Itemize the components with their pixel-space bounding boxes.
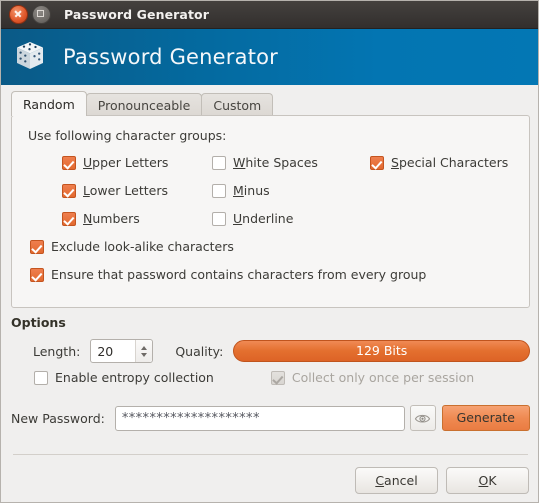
checkbox-label: Enable entropy collection	[55, 370, 214, 385]
checkbox-indicator[interactable]	[212, 211, 226, 226]
checkbox-label: Minus	[233, 183, 270, 198]
checkbox-label: Exclude look-alike characters	[51, 239, 234, 254]
checkbox-indicator[interactable]	[370, 155, 384, 170]
tab-pronounceable[interactable]: Pronounceable	[85, 93, 203, 116]
tab-bar: Random Pronounceable Custom	[11, 91, 274, 116]
character-groups-panel: Use following character groups: Upper Le…	[11, 115, 530, 308]
checkbox-indicator	[270, 370, 285, 385]
new-password-value: ********************	[121, 410, 260, 426]
dialog-button-row: Cancel OK	[355, 467, 529, 494]
divider	[13, 454, 528, 455]
checkbox-label: White Spaces	[233, 155, 318, 170]
options-section-title: Options	[11, 315, 66, 330]
options-entropy-row: Enable entropy collection Collect only o…	[34, 370, 474, 385]
checkbox-label: Ensure that password contains characters…	[51, 267, 427, 282]
tab-random[interactable]: Random	[11, 91, 87, 116]
checkbox-collect-once: Collect only once per session	[270, 370, 475, 385]
checkbox-indicator[interactable]	[30, 239, 44, 254]
checkbox-indicator[interactable]	[62, 183, 76, 198]
checkbox-white-spaces[interactable]: White Spaces	[212, 155, 318, 170]
tab-custom[interactable]: Custom	[201, 93, 274, 116]
checkbox-indicator[interactable]	[62, 155, 76, 170]
close-icon[interactable]	[9, 5, 28, 24]
checkbox-indicator[interactable]	[30, 267, 44, 282]
quality-progress-bar: 129 Bits	[233, 340, 530, 362]
checkbox-label: Upper Letters	[83, 155, 169, 170]
ok-button[interactable]: OK	[446, 467, 529, 494]
eye-icon[interactable]	[409, 405, 436, 431]
length-value[interactable]: 20	[91, 344, 113, 359]
checkbox-underline[interactable]: Underline	[212, 211, 293, 226]
quality-label: Quality:	[175, 343, 224, 359]
checkbox-indicator[interactable]	[34, 370, 48, 385]
chevron-up-icon[interactable]	[141, 345, 148, 350]
length-label: Length:	[33, 343, 81, 359]
options-length-quality-row: Length: 20 Quality: 129 Bits	[11, 339, 530, 363]
checkbox-upper-letters[interactable]: Upper Letters	[62, 155, 168, 170]
checkbox-indicator[interactable]	[62, 211, 76, 226]
checkbox-label: Collect only once per session	[291, 370, 475, 385]
maximize-icon[interactable]	[32, 5, 51, 24]
window-controls	[9, 5, 51, 24]
checkbox-minus[interactable]: Minus	[212, 183, 270, 198]
checkbox-label: Underline	[233, 211, 294, 226]
checkbox-enable-entropy[interactable]: Enable entropy collection	[34, 370, 214, 385]
chevron-down-icon[interactable]	[141, 352, 148, 357]
checkbox-exclude-lookalike[interactable]: Exclude look-alike characters	[30, 239, 234, 254]
length-spinner[interactable]: 20	[90, 339, 154, 363]
password-generator-window: Password Generator Password Generator Ra…	[0, 0, 539, 503]
spinner-buttons[interactable]	[135, 340, 153, 362]
window-title: Password Generator	[64, 7, 209, 22]
checkbox-label: Special Characters	[391, 155, 509, 170]
new-password-input[interactable]: ********************	[114, 405, 405, 431]
quality-value: 129 Bits	[356, 343, 408, 358]
new-password-label: New Password:	[11, 410, 105, 426]
checkbox-numbers[interactable]: Numbers	[62, 211, 140, 226]
header-title: Password Generator	[63, 45, 279, 69]
new-password-row: New Password: ******************** Gener…	[11, 405, 530, 431]
cancel-button[interactable]: Cancel	[355, 467, 438, 494]
checkbox-ensure-every-group[interactable]: Ensure that password contains characters…	[30, 267, 426, 282]
dialog-content: Random Pronounceable Custom Use followin…	[1, 85, 538, 502]
checkbox-label: Numbers	[83, 211, 140, 226]
app-header: Password Generator	[1, 29, 538, 85]
dice-icon	[13, 39, 49, 75]
generate-button[interactable]: Generate	[441, 405, 530, 431]
checkbox-label: Lower Letters	[83, 183, 169, 198]
window-titlebar: Password Generator	[1, 1, 538, 29]
character-groups-heading: Use following character groups:	[28, 128, 227, 143]
checkbox-lower-letters[interactable]: Lower Letters	[62, 183, 168, 198]
checkbox-special-characters[interactable]: Special Characters	[370, 155, 508, 170]
checkbox-indicator[interactable]	[212, 183, 226, 198]
checkbox-indicator[interactable]	[212, 155, 226, 170]
